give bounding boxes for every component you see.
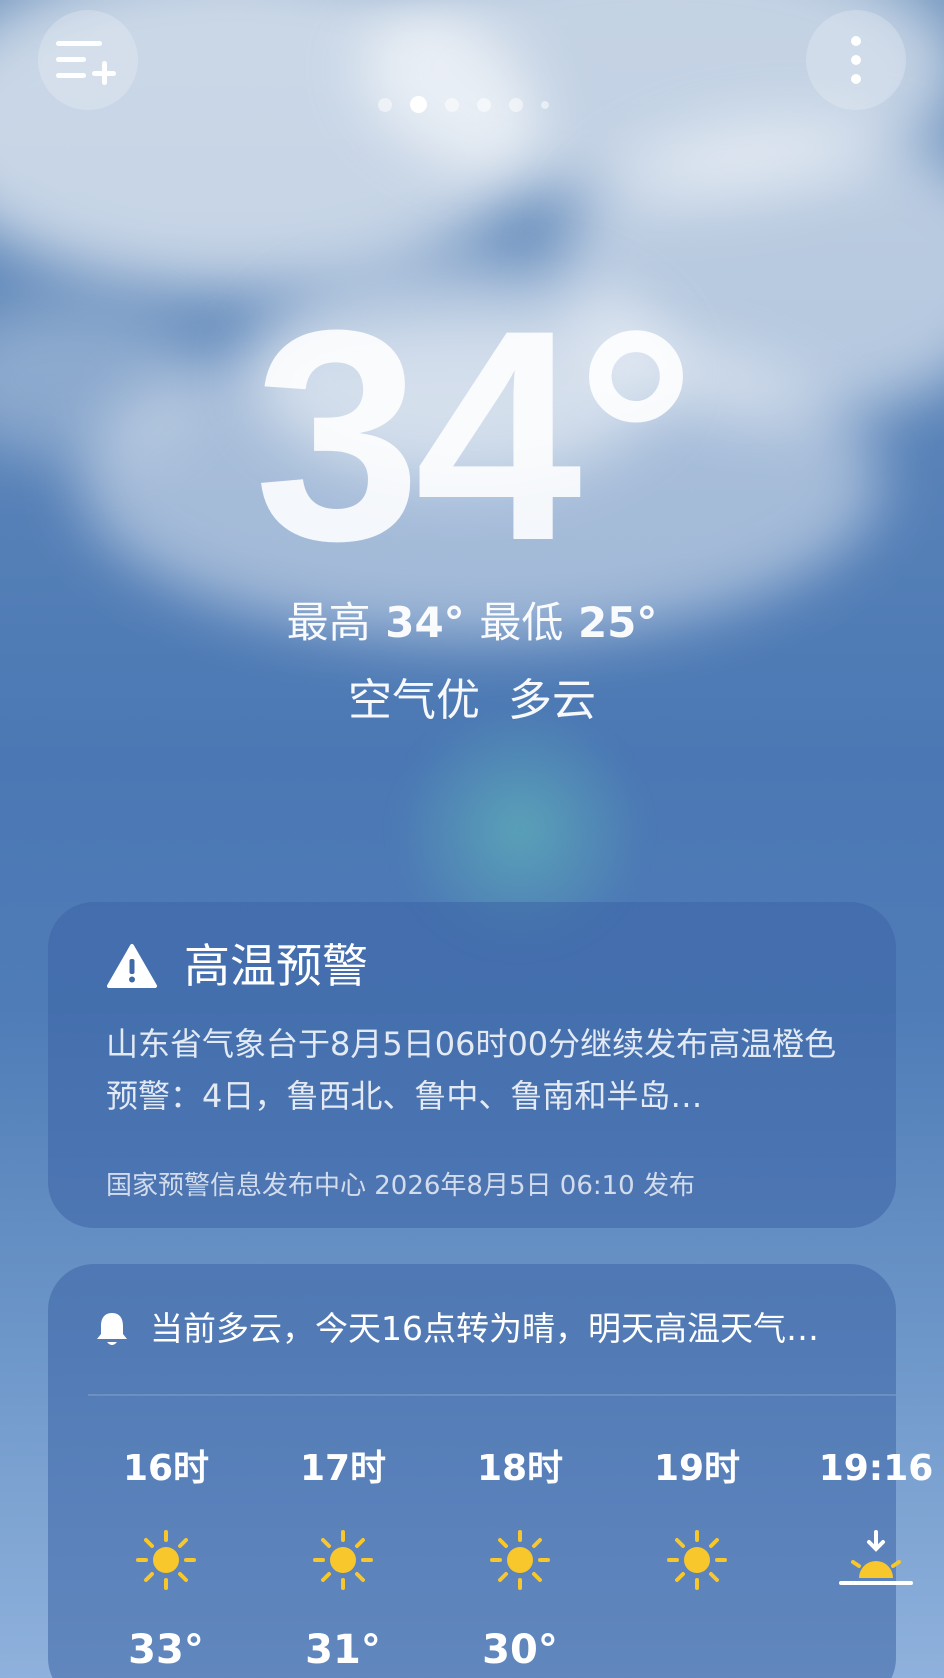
hour-temp: 30° [482, 1627, 558, 1673]
hourly-forecast-card[interactable]: 当前多云，今天16点转为晴，明天高温天气… 16时 33° 17时 31° 18… [48, 1264, 933, 1678]
bell-icon [97, 1313, 127, 1345]
page-dot [445, 97, 459, 112]
city-manage-button[interactable] [38, 10, 138, 110]
hour-time: 19时 [653, 1448, 741, 1489]
sun-icon [273, 1520, 413, 1600]
weather-condition: 多云 [508, 675, 596, 726]
condition-line: 空气优 多云 [0, 673, 944, 729]
hour-item: 19:16 [806, 1414, 944, 1622]
alert-header: 高温预警 [106, 936, 368, 996]
warning-triangle-icon [106, 943, 158, 989]
hour-time: 19:16 [818, 1448, 934, 1489]
page-dot-active [410, 96, 427, 113]
page-dot [541, 100, 549, 109]
air-quality[interactable]: 空气优 [348, 675, 480, 726]
more-vertical-icon [851, 36, 861, 84]
sun-icon [450, 1520, 590, 1600]
divider [88, 1394, 896, 1396]
city-title [370, 28, 640, 78]
page-dot [509, 97, 523, 112]
notice-text: 当前多云，今天16点转为晴，明天高温天气… [150, 1309, 819, 1348]
hour-time: 17时 [299, 1448, 387, 1489]
sunset-icon [806, 1520, 944, 1600]
page-indicator [378, 96, 549, 113]
alert-body: 山东省气象台于8月5日06时00分继续发布高温橙色预警：4日，鲁西北、鲁中、鲁南… [106, 1025, 837, 1115]
hour-temp: 31° [305, 1627, 381, 1673]
hour-item: 18时 30° [450, 1414, 590, 1678]
high-temp: 34° [385, 598, 465, 647]
sun-icon [96, 1520, 236, 1600]
high-label: 最高 [286, 598, 371, 647]
hour-time: 18时 [476, 1448, 564, 1489]
hour-item: 17时 31° [273, 1414, 413, 1678]
alert-title: 高温预警 [184, 939, 368, 993]
alert-source: 国家预警信息发布中心 2026年8月5日 06:10 发布 [106, 1171, 695, 1201]
hour-temp: 33° [128, 1627, 204, 1673]
alert-card[interactable]: 高温预警 山东省气象台于8月5日06时00分继续发布高温橙色预警：4日，鲁西北、… [48, 902, 896, 1228]
page-dot [477, 97, 491, 112]
low-temp: 25° [577, 598, 658, 647]
temperature-range: 最高 34° 最低 25° [0, 595, 944, 651]
low-label: 最低 [479, 598, 564, 647]
hour-item: 19时 [627, 1414, 767, 1622]
hour-time: 16时 [122, 1448, 210, 1489]
more-button[interactable] [806, 10, 906, 110]
list-add-icon [56, 35, 120, 85]
current-temperature: 34° [254, 267, 696, 603]
sun-icon [627, 1520, 767, 1600]
weather-notice[interactable]: 当前多云，今天16点转为晴，明天高温天气… [92, 1306, 819, 1352]
hour-item: 16时 33° [96, 1414, 236, 1678]
page-dot [378, 97, 392, 112]
